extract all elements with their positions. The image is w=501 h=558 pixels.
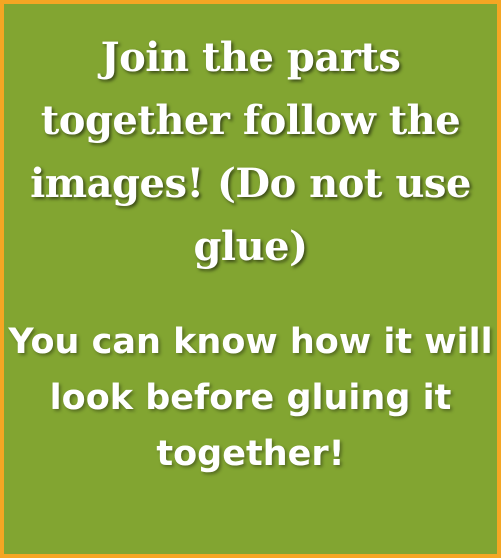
tip-text: You can know how it will look before glu… xyxy=(8,322,493,474)
instruction-card: Join the parts together follow the image… xyxy=(0,0,501,558)
instruction-text: Join the parts together follow the image… xyxy=(30,34,471,270)
